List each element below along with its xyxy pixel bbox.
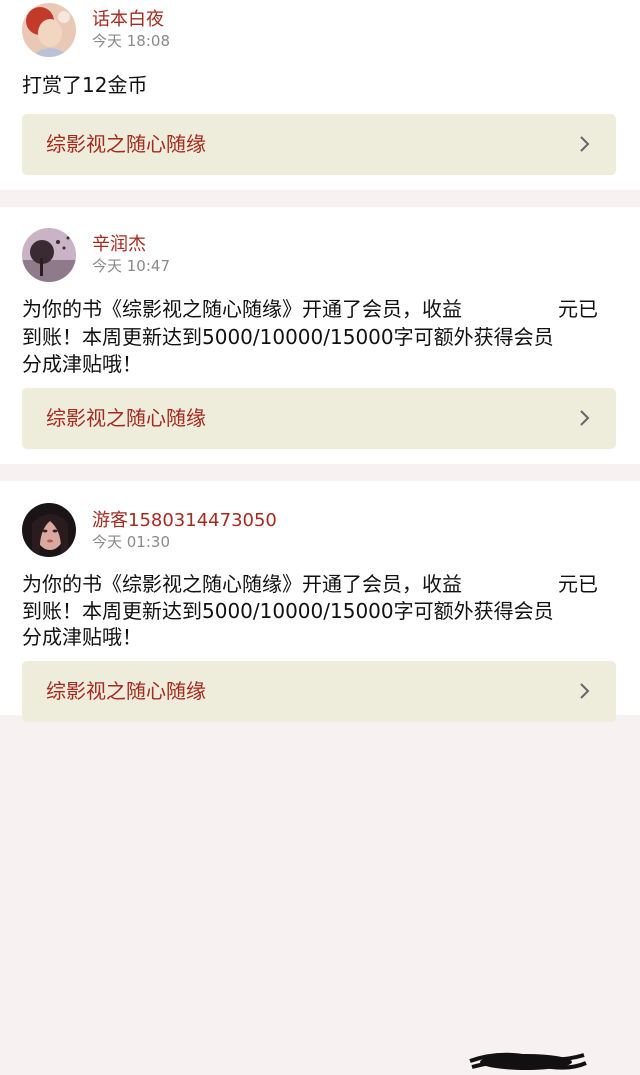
message-line: 到账！本周更新达到5000/10000/15000字可额外获得会员 [22,325,554,349]
book-link[interactable]: 综影视之随心随缘 [22,114,616,175]
message-line: 分成津贴哦！ [22,625,142,649]
woman-avatar-icon [22,503,76,557]
message-line: 到账！本周更新达到5000/10000/15000字可额外获得会员 [22,599,554,623]
user-name[interactable]: 话本白夜 [92,9,164,31]
chevron-right-icon [580,410,590,426]
user-name[interactable]: 游客1580314473050 [92,510,277,532]
book-link[interactable]: 综影视之随心随缘 [22,388,616,449]
timestamp: 今天 10:47 [92,257,170,275]
message-line: 为你的书《综影视之随心随缘》开通了会员，收益 [22,297,462,321]
girl-avatar-icon [22,3,76,57]
message-line: 分成津贴哦！ [22,352,142,376]
chevron-right-icon [580,136,590,152]
book-title: 综影视之随心随缘 [46,679,206,703]
book-title: 综影视之随心随缘 [46,406,206,430]
tree-avatar-icon [22,228,76,282]
timestamp: 今天 18:08 [92,32,170,50]
message-tail: 元已 [558,572,598,596]
notification-card: 话本白夜 今天 18:08 打赏了12金币 综影视之随心随缘 [0,0,640,190]
user-avatar[interactable] [22,228,76,282]
book-link[interactable]: 综影视之随心随缘 [22,661,616,722]
message-tail: 元已 [558,297,598,321]
user-avatar[interactable] [22,3,76,57]
notification-card: 游客1580314473050 今天 01:30 为你的书《综影视之随心随缘》开… [0,481,640,1070]
user-avatar[interactable] [22,503,76,557]
redaction-scribble [469,1052,587,1070]
message-text: 打赏了12金币 [22,73,148,97]
timestamp: 今天 01:30 [92,533,170,551]
message-line: 为你的书《综影视之随心随缘》开通了会员，收益 [22,572,462,596]
user-name[interactable]: 辛润杰 [92,234,146,256]
book-title: 综影视之随心随缘 [46,132,206,156]
notification-card: 辛润杰 今天 10:47 为你的书《综影视之随心随缘》开通了会员，收益 元已 到… [0,207,640,522]
chevron-right-icon [580,683,590,699]
